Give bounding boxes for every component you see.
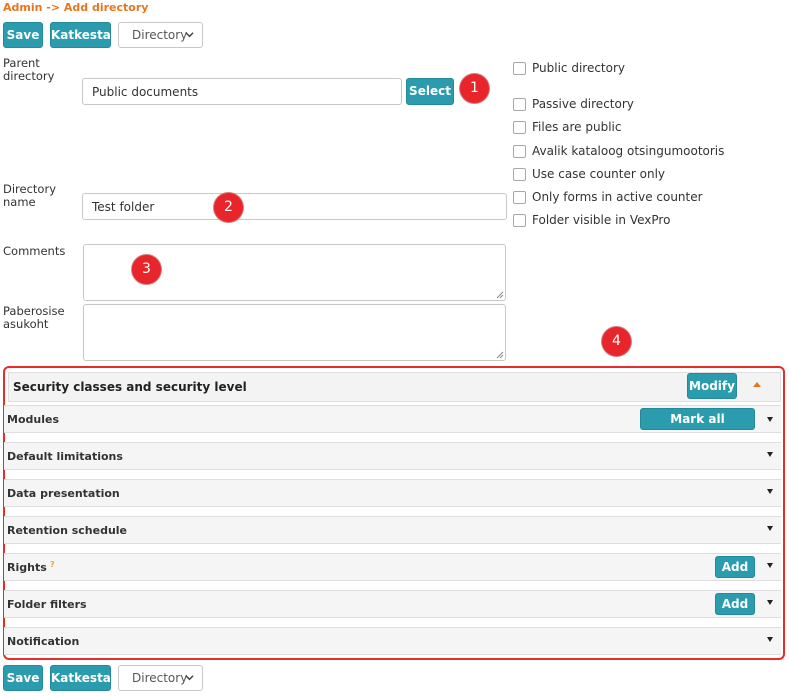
checkbox[interactable] (513, 61, 526, 75)
parent-directory-input[interactable]: Public documents (82, 78, 402, 105)
caret-down-icon[interactable] (767, 526, 773, 531)
paper-location-label: Paberosise asukoht (3, 304, 65, 331)
marker-1: 1 (460, 74, 489, 103)
section-data-presentation[interactable]: Data presentation (4, 479, 781, 507)
checkbox[interactable] (513, 144, 526, 158)
directory-type-select-bottom[interactable]: Directory (118, 665, 203, 691)
modify-button[interactable]: Modify (687, 373, 737, 399)
add-rights-button[interactable]: Add (715, 556, 755, 578)
option-public-directory[interactable]: Public directory (513, 61, 625, 75)
option-files-public[interactable]: Files are public (513, 120, 621, 134)
caret-down-icon[interactable] (767, 637, 773, 642)
marker-3: 3 (132, 255, 161, 284)
checkbox[interactable] (513, 97, 526, 111)
paper-location-textarea[interactable] (83, 304, 506, 361)
directory-type-value: Directory (132, 28, 188, 42)
section-folder-filters[interactable]: Folder filters (4, 590, 781, 618)
checkbox[interactable] (513, 120, 526, 134)
caret-up-icon[interactable] (753, 382, 761, 387)
caret-down-icon[interactable] (767, 489, 773, 494)
directory-type-select-top[interactable]: Directory (118, 22, 203, 48)
breadcrumb: Admin -> Add directory (3, 1, 149, 14)
parent-directory-label: Parent directory (3, 56, 55, 83)
save-button-top[interactable]: Save (3, 22, 43, 48)
option-forms-active-counter[interactable]: Only forms in active counter (513, 190, 703, 204)
option-passive-directory[interactable]: Passive directory (513, 97, 634, 111)
caret-down-icon[interactable] (767, 563, 773, 568)
add-folder-filter-button[interactable]: Add (715, 593, 755, 615)
mark-all-modules-button[interactable]: Mark all modules (640, 408, 755, 446)
option-search-engine-public[interactable]: Avalik kataloog otsingumootoris (513, 144, 724, 158)
cancel-button-top[interactable]: Katkesta (50, 22, 111, 48)
option-visible-vexpro[interactable]: Folder visible in VexPro (513, 213, 670, 227)
caret-down-icon[interactable] (767, 600, 773, 605)
help-icon[interactable]: ? (50, 560, 55, 569)
caret-down-icon[interactable] (767, 417, 773, 422)
checkbox[interactable] (513, 167, 526, 181)
directory-name-input[interactable]: Test folder (82, 193, 507, 220)
resize-grip-icon[interactable] (496, 351, 504, 359)
select-parent-button[interactable]: Select (406, 78, 454, 105)
directory-type-value: Directory (132, 671, 188, 685)
checkbox[interactable] (513, 190, 526, 204)
security-header[interactable]: Security classes and security level (8, 372, 781, 402)
save-button-bottom[interactable]: Save (3, 665, 43, 691)
marker-2: 2 (214, 193, 243, 222)
section-retention-schedule[interactable]: Retention schedule (4, 516, 781, 544)
marker-4: 4 (602, 327, 631, 356)
section-default-limitations[interactable]: Default limitations (4, 442, 781, 470)
section-notification[interactable]: Notification (4, 627, 781, 655)
cancel-button-bottom[interactable]: Katkesta (50, 665, 111, 691)
comments-label: Comments (3, 244, 66, 258)
chevron-down-icon (185, 32, 194, 38)
chevron-down-icon (185, 675, 194, 681)
section-rights[interactable]: Rights (4, 553, 781, 581)
caret-down-icon[interactable] (767, 452, 773, 457)
checkbox[interactable] (513, 213, 526, 227)
security-title: Security classes and security level (13, 380, 247, 394)
option-case-counter-only[interactable]: Use case counter only (513, 167, 665, 181)
resize-grip-icon[interactable] (496, 291, 504, 299)
directory-name-label: Directory name (3, 182, 57, 209)
